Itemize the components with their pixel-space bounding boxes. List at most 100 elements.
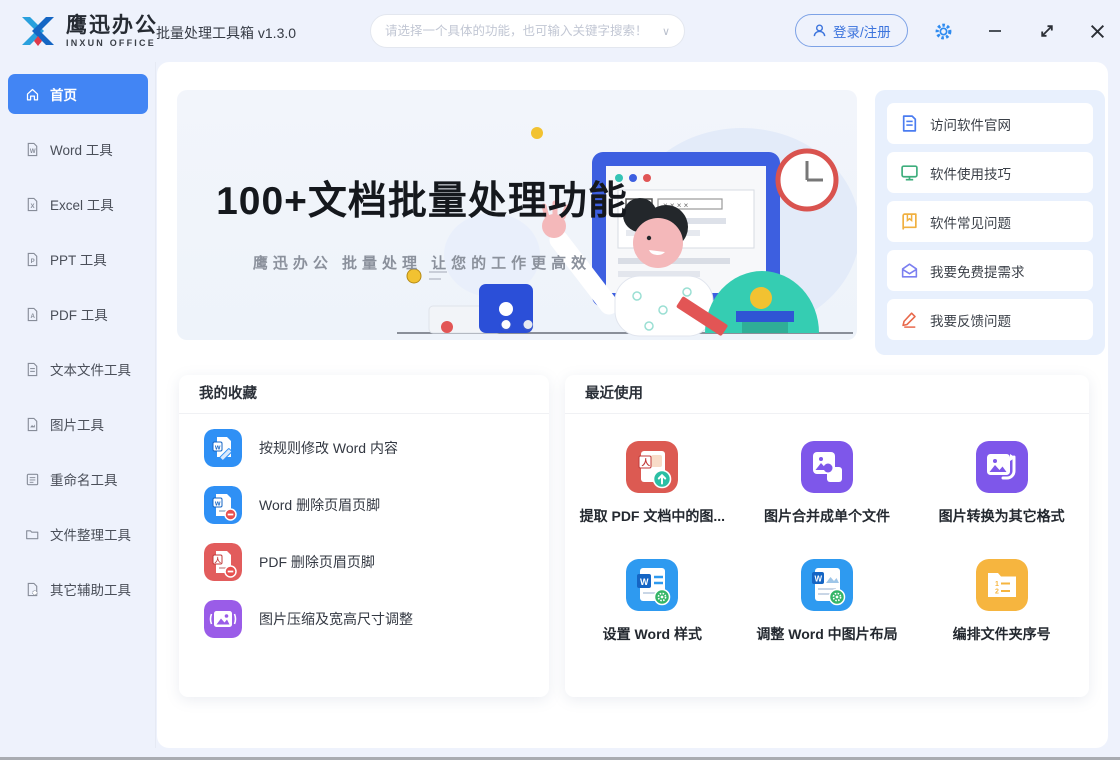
- folder-icon: [25, 527, 40, 542]
- folder-number-icon: 1 2: [976, 559, 1028, 611]
- favorite-word-edit-rules[interactable]: w 按规则修改 Word 内容: [204, 429, 549, 467]
- chevron-down-icon[interactable]: ∨: [662, 25, 670, 38]
- image-compress-icon: [204, 600, 242, 638]
- recent-label: 设置 Word 样式: [603, 624, 702, 644]
- sidebar-item-label: Word 工具: [50, 139, 113, 159]
- main-panel: × × × ×: [157, 62, 1108, 748]
- text-doc-icon: [25, 362, 40, 377]
- favorite-label: PDF 删除页眉页脚: [259, 552, 375, 572]
- svg-text:P: P: [31, 257, 35, 264]
- minimize-icon[interactable]: [984, 20, 1006, 42]
- svg-text:1: 1: [995, 581, 999, 588]
- app-title: 批量处理工具箱 v1.3.0: [156, 23, 296, 43]
- quick-link-label: 软件常见问题: [930, 212, 1011, 232]
- pdf-doc-icon: A: [25, 307, 40, 322]
- title-bar: 鹰迅办公 INXUN OFFICE 批量处理工具箱 v1.3.0 ∨ 登录/注册: [0, 0, 1120, 62]
- pdf-extract-icon: 人: [626, 441, 678, 493]
- sidebar-item-file-organize-tools[interactable]: 文件整理工具: [8, 514, 148, 554]
- sidebar-item-label: PDF 工具: [50, 304, 108, 324]
- favorite-label: Word 删除页眉页脚: [259, 495, 380, 515]
- recent-label: 提取 PDF 文档中的图...: [580, 506, 725, 526]
- link-usage-tips[interactable]: 软件使用技巧: [887, 152, 1093, 193]
- book-icon: [900, 212, 919, 231]
- link-visit-website[interactable]: 访问软件官网: [887, 103, 1093, 144]
- svg-text:W: W: [814, 575, 822, 584]
- quick-link-label: 软件使用技巧: [930, 163, 1011, 183]
- sidebar-item-ppt-tools[interactable]: P PPT 工具: [8, 239, 148, 279]
- sidebar-item-home[interactable]: 首页: [8, 74, 148, 114]
- sidebar-item-other-tools[interactable]: 其它辅助工具: [8, 569, 148, 609]
- sidebar-item-label: 文本文件工具: [50, 359, 131, 379]
- sidebar-item-label: PPT 工具: [50, 249, 107, 269]
- favorite-label: 按规则修改 Word 内容: [259, 438, 398, 458]
- recent-title: 最近使用: [565, 375, 1089, 414]
- carousel-dots: [502, 320, 533, 329]
- svg-text:w: w: [214, 501, 221, 508]
- close-icon[interactable]: [1086, 20, 1108, 42]
- sidebar-item-rename-tools[interactable]: 重命名工具: [8, 459, 148, 499]
- search-input[interactable]: [385, 24, 656, 38]
- svg-text:W: W: [640, 577, 649, 587]
- quick-links-panel: 访问软件官网 软件使用技巧 软件常见问题: [875, 90, 1105, 355]
- settings-gear-icon[interactable]: [932, 20, 954, 42]
- sidebar-item-label: 首页: [50, 84, 77, 104]
- svg-text:X: X: [30, 202, 34, 209]
- banner-title: 100+文档批量处理功能: [207, 170, 637, 226]
- pdf-remove-icon: 人: [204, 543, 242, 581]
- recent-word-style[interactable]: W 设置 Word 样式: [565, 559, 740, 644]
- favorites-title: 我的收藏: [179, 375, 549, 414]
- svg-text:人: 人: [215, 556, 222, 565]
- recent-word-image-layout[interactable]: W 调整 Word 中图片布局: [740, 559, 915, 644]
- recent-label: 图片转换为其它格式: [939, 506, 1065, 526]
- svg-text:A: A: [30, 312, 35, 319]
- excel-doc-icon: X: [25, 197, 40, 212]
- recent-card: 最近使用 人 提取 PDF 文档中的图...: [565, 375, 1089, 697]
- sidebar-item-label: Excel 工具: [50, 194, 114, 214]
- website-doc-icon: [900, 114, 919, 133]
- favorite-image-resize[interactable]: 图片压缩及宽高尺寸调整: [204, 600, 549, 638]
- sidebar-item-text-file-tools[interactable]: 文本文件工具: [8, 349, 148, 389]
- logo-cn-text: 鹰迅办公: [66, 15, 158, 36]
- link-submit-request[interactable]: 我要免费提需求: [887, 250, 1093, 291]
- login-register-label: 登录/注册: [833, 21, 891, 41]
- sidebar: 首页 W Word 工具 X Excel 工具 P PPT 工具: [0, 62, 156, 748]
- sidebar-item-word-tools[interactable]: W Word 工具: [8, 129, 148, 169]
- ppt-doc-icon: P: [25, 252, 40, 267]
- logo-en-text: INXUN OFFICE: [66, 39, 158, 48]
- sidebar-item-image-tools[interactable]: 图片工具: [8, 404, 148, 444]
- quick-link-label: 我要反馈问题: [930, 310, 1011, 330]
- sidebar-item-label: 重命名工具: [50, 469, 118, 489]
- login-register-button[interactable]: 登录/注册: [795, 14, 908, 47]
- image-doc-icon: [25, 417, 40, 432]
- carousel-dot[interactable]: [502, 320, 511, 329]
- word-image-layout-icon: W: [801, 559, 853, 611]
- carousel-dot[interactable]: [524, 320, 533, 329]
- misc-tools-icon: [25, 582, 40, 597]
- monitor-icon: [900, 163, 919, 182]
- logo-x-icon: [16, 9, 60, 53]
- word-edit-icon: w: [204, 429, 242, 467]
- maximize-restore-icon[interactable]: [1036, 20, 1058, 42]
- recent-image-convert[interactable]: 图片转换为其它格式: [914, 441, 1089, 526]
- sidebar-item-pdf-tools[interactable]: A PDF 工具: [8, 294, 148, 334]
- function-search-box[interactable]: ∨: [370, 14, 685, 48]
- favorite-word-remove-header-footer[interactable]: w Word 删除页眉页脚: [204, 486, 549, 524]
- favorite-pdf-remove-header-footer[interactable]: 人 PDF 删除页眉页脚: [204, 543, 549, 581]
- quick-link-label: 我要免费提需求: [930, 261, 1025, 281]
- banner-subtitle: 鹰迅办公 批量处理 让您的工作更高效: [207, 252, 637, 273]
- recent-image-merge[interactable]: 图片合并成单个文件: [740, 441, 915, 526]
- sidebar-item-excel-tools[interactable]: X Excel 工具: [8, 184, 148, 224]
- word-doc-icon: W: [25, 142, 40, 157]
- link-faq[interactable]: 软件常见问题: [887, 201, 1093, 242]
- favorite-label: 图片压缩及宽高尺寸调整: [259, 609, 413, 629]
- recent-pdf-extract-images[interactable]: 人 提取 PDF 文档中的图...: [565, 441, 740, 526]
- link-feedback[interactable]: 我要反馈问题: [887, 299, 1093, 340]
- recent-folder-numbering[interactable]: 1 2 编排文件夹序号: [914, 559, 1089, 644]
- app-logo: 鹰迅办公 INXUN OFFICE: [16, 9, 158, 53]
- quick-link-label: 访问软件官网: [930, 114, 1011, 134]
- rename-icon: [25, 472, 40, 487]
- svg-text:人: 人: [642, 458, 651, 468]
- banner-carousel[interactable]: × × × ×: [177, 90, 857, 340]
- svg-text:W: W: [30, 147, 36, 154]
- recent-label: 编排文件夹序号: [953, 624, 1051, 644]
